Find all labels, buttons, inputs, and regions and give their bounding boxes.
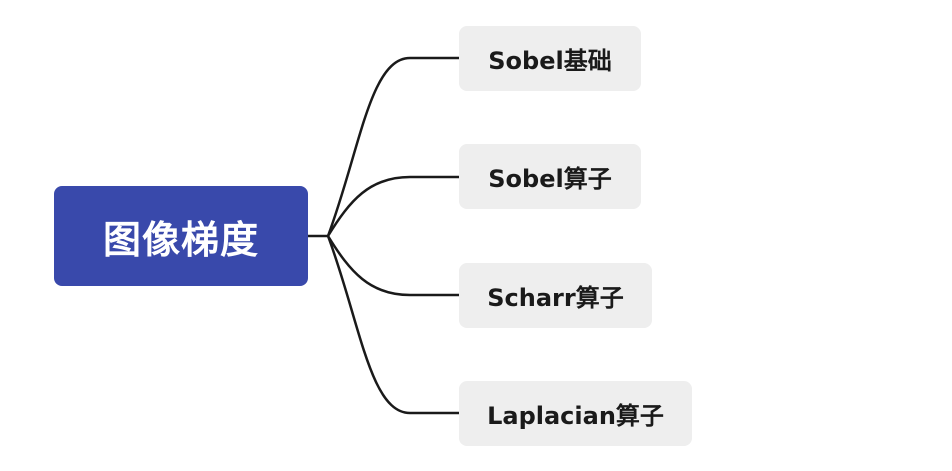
connector-sobel-operator [326, 175, 459, 237]
child-node-sobel-operator[interactable]: Sobel算子 [459, 144, 641, 209]
connector-scharr-operator [326, 235, 459, 297]
child-node-scharr-operator[interactable]: Scharr算子 [459, 263, 652, 328]
child-node-laplacian-operator[interactable]: Laplacian算子 [459, 381, 692, 446]
child-node-sobel-basics[interactable]: Sobel基础 [459, 26, 641, 91]
root-node-image-gradient[interactable]: 图像梯度 [54, 186, 308, 286]
